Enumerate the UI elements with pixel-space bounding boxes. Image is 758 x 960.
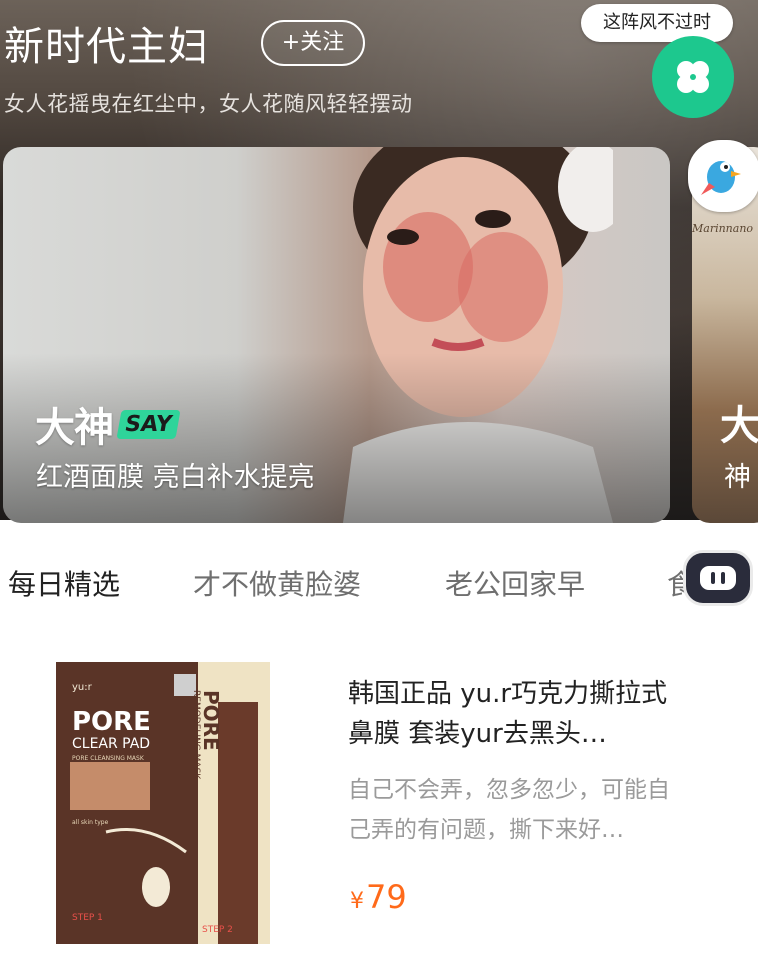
next-card-brand: 大 (720, 403, 758, 449)
channel-title: 新时代主妇 (4, 24, 209, 70)
next-card-caption: 神 (724, 462, 751, 493)
product-image: yu:r PORE CLEAR PAD PORE CLEANSING MASK … (56, 662, 270, 944)
pkg-line2: PORE CLEANSING MASK (72, 755, 145, 762)
tab-daily-picks[interactable]: 每日精选 (8, 563, 120, 603)
tooltip-bubble: 这阵风不过时 (581, 4, 733, 50)
price-value: 79 (366, 878, 407, 916)
clover-button[interactable] (652, 36, 734, 118)
tab-no-yellow-face[interactable]: 才不做黄脸婆 (193, 563, 361, 603)
pkg-skin: all skin type (72, 819, 109, 826)
pkg-side-name: PORE (199, 690, 223, 751)
product-card[interactable]: yu:r PORE CLEAR PAD PORE CLEANSING MASK … (0, 650, 758, 960)
next-card-sign: Marinnano (692, 222, 754, 235)
category-tabs: 每日精选 才不做黄脸婆 老公回家早 食 (0, 555, 758, 615)
pkg-step2: STEP 2 (202, 925, 233, 935)
pkg-brand: yu:r (72, 682, 93, 693)
currency-symbol: ¥ (350, 889, 364, 914)
product-title: 韩国正品 yu.r巧克力撕拉式鼻膜 套装yur去黑头… (348, 679, 668, 749)
gamepad-icon (700, 566, 736, 590)
next-card-avatar (688, 140, 758, 212)
product-price: ¥79 (350, 878, 407, 916)
pkg-step1: STEP 1 (72, 913, 103, 923)
featured-video-card[interactable]: 大神 SAY 红酒面膜 亮白补水提亮 (3, 147, 670, 523)
pkg-line1: CLEAR PAD (72, 736, 150, 752)
brand-name: 大神 (35, 405, 114, 451)
clover-icon (677, 61, 709, 93)
featured-caption: 红酒面膜 亮白补水提亮 (36, 462, 315, 493)
channel-subtitle: 女人花摇曳在红尘中，女人花随风轻轻摆动 (4, 92, 413, 116)
follow-button[interactable]: +关注 (261, 20, 365, 66)
pkg-side-line: REMODELING MASK (191, 690, 201, 780)
parrot-avatar-icon (692, 144, 750, 202)
tab-husband-home-early[interactable]: 老公回家早 (445, 563, 585, 603)
pkg-name: PORE (72, 707, 151, 737)
floating-game-button[interactable] (683, 550, 753, 606)
dashen-say-logo: 大神 SAY (35, 395, 181, 453)
brand-tag: SAY (116, 409, 181, 439)
product-description: 自己不会弄，忽多忽少，可能自己弄的有问题，撕下来好… (348, 777, 670, 843)
